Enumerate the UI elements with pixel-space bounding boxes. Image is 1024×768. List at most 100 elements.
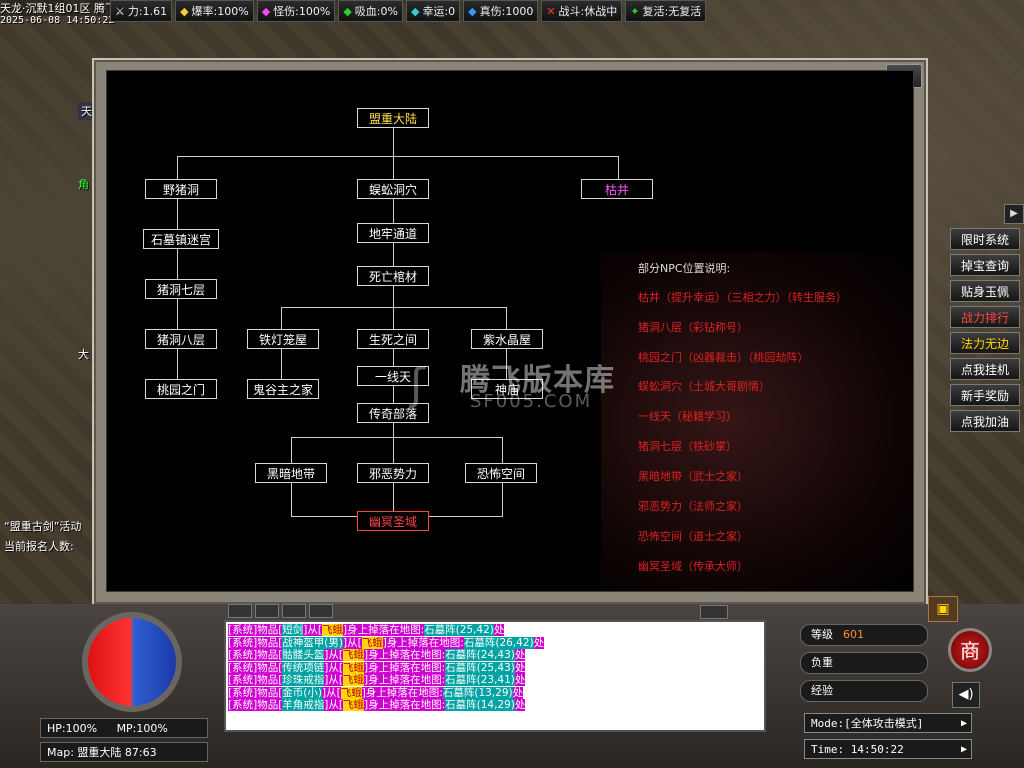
connector-line [506,349,507,379]
diamond-icon: ◆ [261,4,271,18]
connector-line [281,307,507,308]
right-menu: 限时系统 掉宝查询 贴身玉佩 战力排行 法力无边 点我挂机 新手奖励 点我加油 [950,228,1020,436]
npc-info-line: 一线天（秘籍学习） [638,410,737,423]
map-node-nether-realm[interactable]: 幽冥圣域 [357,511,429,531]
expand-arrow-icon[interactable]: ▶ [1004,204,1024,224]
map-tree-area: 盟重大陆 野猪洞 石墓镇迷宫 猪洞七层 猪洞八层 桃园之门 蜈蚣洞穴 地牢通道 … [106,70,914,592]
map-node-stone-maze[interactable]: 石墓镇迷宫 [143,229,219,249]
menu-newbie-reward[interactable]: 新手奖励 [950,384,1020,406]
map-node-temple[interactable]: 神庙 [471,379,543,399]
npc-info-line: 幽冥圣域（传承大师） [638,560,748,573]
stat-monster-damage: ◆ 怪伤:100% [256,0,336,22]
side-tag-2: 角 [78,178,89,191]
shop-button[interactable]: 商 [948,628,992,672]
connector-line [291,437,292,463]
menu-recharge[interactable]: 点我加油 [950,410,1020,432]
connector-line [393,128,394,157]
stat-true-damage: ◆ 真伤:1000 [463,0,539,22]
map-node-narrow-sky[interactable]: 一线天 [357,366,429,386]
cross-icon: ✕ [546,4,556,18]
time-display: Time: 14:50:22 ▶ [804,739,972,759]
top-status-bar: ⚔ 力:1.61 ◆ 爆率:100% ◆ 怪伤:100% ◆ 吸血:0% ◆ 幸运:0 ◆… [110,0,1024,22]
map-node-amethyst-house[interactable]: 紫水晶屋 [471,329,543,349]
connector-line [618,156,619,179]
map-node-evil-force[interactable]: 邪恶势力 [357,463,429,483]
menu-drop-query[interactable]: 掉宝查询 [950,254,1020,276]
leaf-icon: ✦ [630,4,640,18]
npc-info-line: 邪恶势力（法师之家） [638,500,748,513]
side-tag-3: 大 [78,348,89,361]
stat-revive: ✦ 复活:无复活 [625,0,707,22]
connector-line [177,156,178,179]
map-node-life-death[interactable]: 生死之间 [357,329,429,349]
map-guide-panel: ✘ 盟重大陆 野猪洞 石墓镇迷宫 猪洞七层 猪洞八层 桃园之门 蜈蚣洞穴 地牢通… [92,58,928,606]
chat-line: [系统]物品[短剑]从[飞蛾]身上掉落在地图:石墓阵(25,42)处 [228,624,505,636]
chevron-right-icon: ▶ [960,718,967,729]
attack-mode-selector[interactable]: Mode:[全体攻击模式] ▶ [804,713,972,733]
connector-line [506,307,507,329]
menu-auto-battle[interactable]: 点我挂机 [950,358,1020,380]
npc-info-line: 猪洞七层（铁砂掌） [638,440,737,453]
bag-icon[interactable]: ▣ [928,596,958,622]
npc-info-line: 枯井（提升幸运）（三相之力）（转生服务） [638,291,847,304]
diamond-icon: ◆ [180,4,189,18]
npc-info-title: 部分NPC位置说明: [638,262,731,275]
map-node-death-coffin[interactable]: 死亡棺材 [357,266,429,286]
hp-mp-readout: HP:100% MP:100% [40,718,208,738]
diamond-icon: ◆ [343,4,352,18]
map-node-boar-8[interactable]: 猪洞八层 [145,329,217,349]
menu-boundless-magic[interactable]: 法力无边 [950,332,1020,354]
chat-line: [系统]物品[珍珠戒指]从[飞蛾]身上掉落在地图:石墓阵(23,41)处 [228,674,526,686]
connector-line [291,437,503,438]
server-name: 天龙·沉默1组01区 腾飞 [0,0,116,16]
sword-icon: ⚔ [115,4,125,18]
map-node-ghost-valley[interactable]: 鬼谷主之家 [247,379,319,399]
chat-scroll-button[interactable] [700,605,728,619]
stat-lifesteal: ◆ 吸血:0% [338,0,403,22]
npc-info-line: 猪洞八层（彩钻称号） [638,321,748,334]
map-coordinates: Map: 盟重大陆 87:63 [40,742,208,762]
stat-battle: ✕ 战斗:休战中 [541,0,623,22]
map-node-iron-lantern[interactable]: 铁灯笼屋 [247,329,319,349]
event-notice: “盟重古剑”活动 [4,520,82,533]
chat-line: [系统]物品[金币(小)]从[飞蛾]身上掉落在地图:石墓阵(13,29)处 [228,686,524,699]
map-node-centipede-cave[interactable]: 蜈蚣洞穴 [357,179,429,199]
map-node-dark-zone[interactable]: 黑暗地带 [255,463,327,483]
chat-tab[interactable] [228,604,252,618]
menu-limited-system[interactable]: 限时系统 [950,228,1020,250]
map-node-peach-gate[interactable]: 桃园之门 [145,379,217,399]
connector-line [502,483,503,516]
character-stats: 等级 601 负重 经验 [800,624,928,708]
hp-mp-orb [82,612,182,712]
chat-line: [系统]物品[战神盔甲(男)]从[飞蛾]身上掉落在地图:石墓阵(26,42)处 [228,636,545,649]
map-node-boar-cave[interactable]: 野猪洞 [145,179,217,199]
chat-tab[interactable] [282,604,306,618]
npc-info-line: 蜈蚣洞穴（土城大哥剧情） [638,380,770,393]
menu-power-rank[interactable]: 战力排行 [950,306,1020,328]
stat-luck: ◆ 幸运:0 [405,0,461,22]
mp-value: MP:100% [116,722,168,735]
chat-tab[interactable] [309,604,333,618]
chat-line: [系统]物品[传统项链]从[飞蛾]身上掉落在地图:石墓阵(25,43)处 [228,661,526,674]
chat-tab[interactable] [255,604,279,618]
weight-readout: 负重 [800,652,928,674]
speaker-icon[interactable]: ◀) [952,682,980,708]
map-node-boar-7[interactable]: 猪洞七层 [145,279,217,299]
exp-readout: 经验 [800,680,928,702]
connector-line [281,307,282,329]
map-node-horror-space[interactable]: 恐怖空间 [465,463,537,483]
connector-line [502,437,503,463]
npc-info-line: 桃园之门（凶器裁击）（桃园劫阵） [638,351,809,364]
map-node-dry-well[interactable]: 枯井 [581,179,653,199]
chat-log[interactable]: [系统]物品[短剑]从[飞蛾]身上掉落在地图:石墓阵(25,42)处 [系统]物… [224,620,766,732]
map-node-mengzhong[interactable]: 盟重大陆 [357,108,429,128]
diamond-icon: ◆ [468,4,477,18]
level-readout: 等级 601 [800,624,928,646]
map-node-legend-tribe[interactable]: 传奇部落 [357,403,429,423]
connector-line [281,349,282,379]
map-node-dungeon-path[interactable]: 地牢通道 [357,223,429,243]
chevron-right-icon: ▶ [960,744,967,755]
menu-jade-pendant[interactable]: 贴身玉佩 [950,280,1020,302]
diamond-icon: ◆ [410,4,420,18]
connector-line [291,483,292,516]
